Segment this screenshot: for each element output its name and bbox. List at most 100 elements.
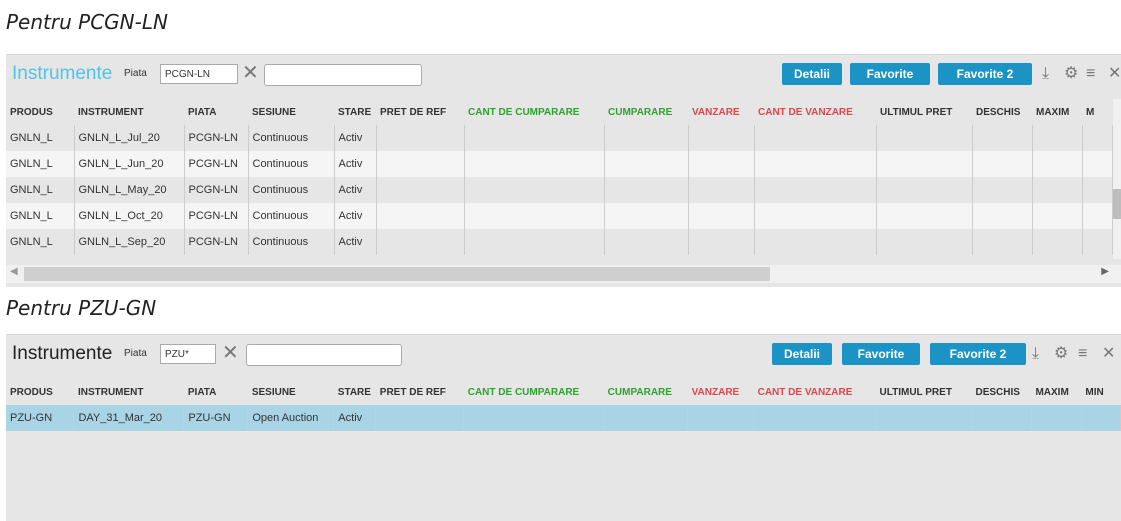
cell-empty xyxy=(1032,203,1083,229)
clear-filter-icon[interactable]: ✕ xyxy=(222,341,239,365)
cell-empty xyxy=(876,125,973,151)
cell-empty xyxy=(754,177,877,203)
col-minim[interactable]: M xyxy=(1082,99,1112,125)
cell-empty xyxy=(971,405,1032,431)
cell-empty xyxy=(376,203,465,229)
cell-stare: Activ xyxy=(334,203,377,229)
col-cumparare[interactable]: CUMPARARE xyxy=(604,99,688,125)
cell-empty xyxy=(753,405,877,431)
col-cant-vanzare[interactable]: CANT DE VANZARE xyxy=(753,379,876,405)
scroll-thumb[interactable] xyxy=(1113,189,1121,219)
details-button[interactable]: Detalii xyxy=(782,63,842,85)
cell-empty xyxy=(376,125,465,151)
caption-pzu: Pentru PZU-GN xyxy=(6,296,157,320)
favorites-2-button[interactable]: Favorite 2 xyxy=(938,63,1032,85)
scroll-thumb[interactable] xyxy=(24,267,770,281)
cell-empty xyxy=(376,177,465,203)
cell-empty xyxy=(972,151,1033,177)
col-produs[interactable]: PRODUS xyxy=(6,379,74,405)
col-stare[interactable]: STARE xyxy=(334,99,376,125)
menu-icon[interactable]: ≡ xyxy=(1078,344,1087,364)
cell-stare: Activ xyxy=(334,125,377,151)
cell-empty xyxy=(972,125,1033,151)
scroll-left-icon[interactable]: ◀ xyxy=(10,266,18,277)
col-vanzare[interactable]: VANZARE xyxy=(688,99,754,125)
col-maxim[interactable]: MAXIM xyxy=(1031,379,1082,405)
cell-empty xyxy=(754,151,877,177)
piata-select[interactable]: PCGN-LN xyxy=(160,64,238,84)
gear-icon[interactable]: ⚙ xyxy=(1064,64,1078,84)
col-cant-cumparare[interactable]: CANT DE CUMPARARE xyxy=(463,379,604,405)
favorites-2-button[interactable]: Favorite 2 xyxy=(930,343,1026,365)
cell-produs: GNLN_L xyxy=(6,177,75,203)
col-minim[interactable]: MIN xyxy=(1081,379,1121,405)
col-sesiune[interactable]: SESIUNE xyxy=(248,99,334,125)
cell-instrument: GNLN_L_Jun_20 xyxy=(74,151,185,177)
col-pret-de-ref[interactable]: PRET DE REF xyxy=(375,379,464,405)
cell-sesiune: Continuous xyxy=(248,177,335,203)
cell-instrument: GNLN_L_May_20 xyxy=(74,177,185,203)
scroll-right-icon[interactable]: ▶ xyxy=(1101,266,1109,277)
menu-icon[interactable]: ≡ xyxy=(1086,64,1095,84)
close-icon[interactable]: ✕ xyxy=(1102,344,1115,364)
horizontal-scrollbar[interactable]: ◀ ▶ xyxy=(6,265,1121,283)
col-piata[interactable]: PIATA xyxy=(183,379,248,405)
col-instrument[interactable]: INSTRUMENT xyxy=(74,99,184,125)
cell-produs: GNLN_L xyxy=(6,229,75,255)
cell-empty xyxy=(1032,125,1083,151)
download-icon[interactable]: ⤓ xyxy=(1032,344,1039,364)
cell-produs: GNLN_L xyxy=(6,203,75,229)
vertical-scrollbar[interactable] xyxy=(1113,99,1121,259)
col-maxim[interactable]: MAXIM xyxy=(1032,99,1082,125)
piata-select[interactable]: PZU* xyxy=(160,344,216,364)
col-vanzare[interactable]: VANZARE xyxy=(687,379,754,405)
col-stare[interactable]: STARE xyxy=(333,379,376,405)
cell-empty xyxy=(1082,229,1113,255)
piata-label: Piata xyxy=(124,68,147,79)
col-cumparare[interactable]: CUMPARARE xyxy=(603,379,688,405)
col-cant-vanzare[interactable]: CANT DE VANZARE xyxy=(754,99,876,125)
table-row[interactable]: GNLN_L GNLN_L_May_20 PCGN-LN Continuous … xyxy=(6,177,1113,203)
cell-piata: PCGN-LN xyxy=(184,125,249,151)
table-row[interactable]: GNLN_L GNLN_L_Jun_20 PCGN-LN Continuous … xyxy=(6,151,1113,177)
table-row[interactable]: GNLN_L GNLN_L_Jul_20 PCGN-LN Continuous … xyxy=(6,125,1113,151)
table-row[interactable]: GNLN_L GNLN_L_Sep_20 PCGN-LN Continuous … xyxy=(6,229,1113,255)
cell-empty xyxy=(688,229,755,255)
table-row-selected[interactable]: PZU-GN DAY_31_Mar_20 PZU-GN Open Auction… xyxy=(6,405,1121,431)
col-cant-cumparare[interactable]: CANT DE CUMPARARE xyxy=(464,99,604,125)
col-ultimul-pret[interactable]: ULTIMUL PRET xyxy=(875,379,972,405)
favorites-button[interactable]: Favorite xyxy=(842,343,920,365)
col-deschis[interactable]: DESCHIS xyxy=(972,99,1032,125)
col-pret-de-ref[interactable]: PRET DE REF xyxy=(376,99,464,125)
cell-piata: PZU-GN xyxy=(183,405,249,431)
cell-empty xyxy=(1032,151,1083,177)
cell-empty xyxy=(464,151,605,177)
col-instrument[interactable]: INSTRUMENT xyxy=(73,379,184,405)
col-deschis[interactable]: DESCHIS xyxy=(971,379,1032,405)
search-input[interactable] xyxy=(246,344,402,366)
search-input[interactable] xyxy=(264,64,422,86)
cell-instrument: GNLN_L_Oct_20 xyxy=(74,203,185,229)
col-produs[interactable]: PRODUS xyxy=(6,99,74,125)
cell-piata: PCGN-LN xyxy=(184,177,249,203)
col-ultimul-pret[interactable]: ULTIMUL PRET xyxy=(876,99,972,125)
col-sesiune[interactable]: SESIUNE xyxy=(247,379,334,405)
cell-empty xyxy=(376,229,465,255)
close-icon[interactable]: ✕ xyxy=(1108,64,1121,84)
clear-filter-icon[interactable]: ✕ xyxy=(242,61,259,85)
cell-empty xyxy=(876,229,973,255)
favorites-button[interactable]: Favorite xyxy=(850,63,930,85)
cell-sesiune: Continuous xyxy=(248,229,335,255)
cell-piata: PCGN-LN xyxy=(184,203,249,229)
piata-label: Piata xyxy=(124,348,147,359)
cell-piata: PCGN-LN xyxy=(184,151,249,177)
cell-sesiune: Open Auction xyxy=(247,405,335,431)
table-row[interactable]: GNLN_L GNLN_L_Oct_20 PCGN-LN Continuous … xyxy=(6,203,1113,229)
cell-instrument: GNLN_L_Jul_20 xyxy=(74,125,185,151)
col-piata[interactable]: PIATA xyxy=(184,99,248,125)
details-button[interactable]: Detalii xyxy=(772,343,832,365)
download-icon[interactable]: ⤓ xyxy=(1042,64,1049,84)
header-row: PRODUS INSTRUMENT PIATA SESIUNE STARE PR… xyxy=(6,379,1121,405)
gear-icon[interactable]: ⚙ xyxy=(1054,344,1068,364)
cell-empty xyxy=(1031,405,1082,431)
